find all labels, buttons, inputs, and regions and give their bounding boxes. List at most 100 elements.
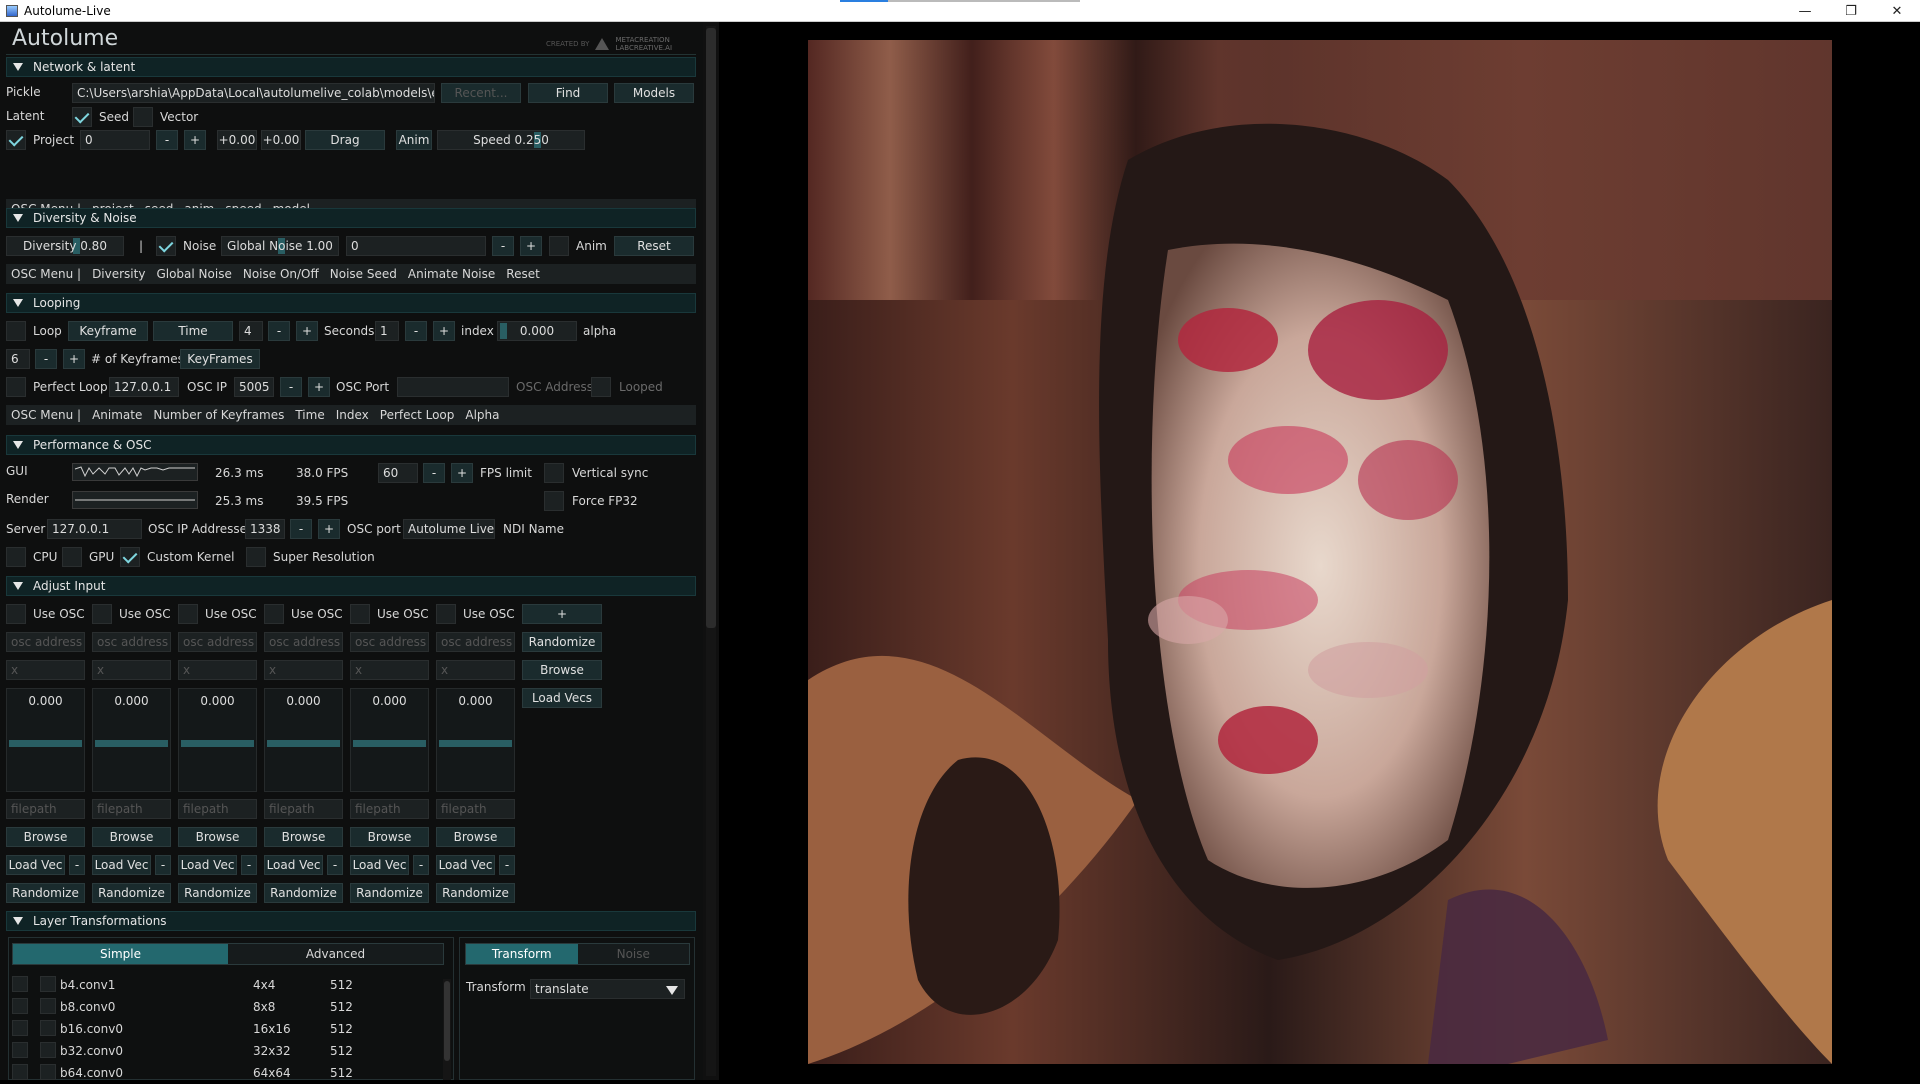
section-adjust-input[interactable]: Adjust Input xyxy=(6,576,696,596)
layer-row[interactable]: b8.conv0 8x8 512 xyxy=(12,998,442,1018)
keyframes-count-input[interactable]: 6 xyxy=(6,349,30,369)
noise-seed-increment-button[interactable]: + xyxy=(520,236,542,256)
layer-select-checkbox[interactable] xyxy=(40,998,56,1014)
browse-button[interactable]: Browse xyxy=(436,827,515,847)
osc-item-perfect-loop[interactable]: Perfect Loop xyxy=(380,408,455,422)
keyframes-increment-button[interactable]: + xyxy=(63,349,85,369)
remove-channel-button[interactable]: - xyxy=(499,855,515,875)
browse-button[interactable]: Browse xyxy=(6,827,85,847)
keyframes-button[interactable]: KeyFrames xyxy=(180,349,260,369)
time-decrement-button[interactable]: - xyxy=(268,321,290,341)
custom-kernel-checkbox[interactable] xyxy=(120,547,140,567)
perfect-loop-checkbox[interactable] xyxy=(6,377,26,397)
remove-channel-button[interactable]: - xyxy=(69,855,85,875)
remove-channel-button[interactable]: - xyxy=(413,855,429,875)
layer-list-scrollbar[interactable] xyxy=(443,979,451,1080)
layer-row[interactable]: b32.conv0 32x32 512 xyxy=(12,1042,442,1062)
tab-transform[interactable]: Transform xyxy=(466,944,578,964)
fps-limit-input[interactable]: 60 xyxy=(378,463,418,483)
slider-grab[interactable] xyxy=(181,740,254,747)
cpu-checkbox[interactable] xyxy=(6,547,26,567)
section-diversity-noise[interactable]: Diversity & Noise xyxy=(6,208,696,228)
osc-item-global-noise[interactable]: Global Noise xyxy=(156,267,231,281)
seconds-decrement-button[interactable]: - xyxy=(405,321,427,341)
load-vec-button[interactable]: Load Vec xyxy=(178,855,237,875)
use-osc-checkbox[interactable] xyxy=(92,604,112,624)
gpu-checkbox[interactable] xyxy=(62,547,82,567)
noise-checkbox[interactable] xyxy=(156,236,176,256)
osc-address-input[interactable]: osc address xyxy=(264,632,343,652)
time-increment-button[interactable]: + xyxy=(296,321,318,341)
load-vec-button[interactable]: Load Vec xyxy=(350,855,409,875)
slider-grab[interactable] xyxy=(267,740,340,747)
channel-slider[interactable]: 0.000 xyxy=(350,688,429,792)
remove-channel-button[interactable]: - xyxy=(155,855,171,875)
tab-noise[interactable]: Noise xyxy=(577,944,689,964)
scrollbar-thumb[interactable] xyxy=(706,28,716,628)
seconds-input[interactable]: 1 xyxy=(375,321,399,341)
layer-enable-checkbox[interactable] xyxy=(12,1042,28,1058)
layer-row[interactable]: b64.conv0 64x64 512 xyxy=(12,1064,442,1084)
browse-vecs-button[interactable]: Browse xyxy=(522,660,602,680)
randomize-all-button[interactable]: Randomize xyxy=(522,632,602,652)
section-looping[interactable]: Looping xyxy=(6,293,696,313)
use-osc-checkbox[interactable] xyxy=(350,604,370,624)
osc-address-input[interactable]: osc address xyxy=(350,632,429,652)
channel-slider[interactable]: 0.000 xyxy=(178,688,257,792)
x-input[interactable]: x xyxy=(178,660,257,680)
osc-item-noise-seed[interactable]: Noise Seed xyxy=(330,267,397,281)
tab-simple[interactable]: Simple xyxy=(13,944,228,964)
loop-osc-port-increment-button[interactable]: + xyxy=(308,377,330,397)
osc-item-diversity[interactable]: Diversity xyxy=(92,267,145,281)
transform-type-select[interactable]: translate xyxy=(530,979,685,999)
noise-seed-input[interactable]: 0 xyxy=(346,236,486,256)
server-osc-port-decrement-button[interactable]: - xyxy=(290,519,312,539)
browse-button[interactable]: Browse xyxy=(264,827,343,847)
server-ip-input[interactable]: 127.0.0.1 xyxy=(47,519,142,539)
osc-item-alpha[interactable]: Alpha xyxy=(465,408,499,422)
layer-enable-checkbox[interactable] xyxy=(12,998,28,1014)
noise-seed-decrement-button[interactable]: - xyxy=(492,236,514,256)
osc-address-input[interactable]: osc address xyxy=(92,632,171,652)
loop-osc-port-decrement-button[interactable]: - xyxy=(280,377,302,397)
x-input[interactable]: x xyxy=(264,660,343,680)
x-input[interactable]: x xyxy=(92,660,171,680)
fps-limit-decrement-button[interactable]: - xyxy=(423,463,445,483)
looped-checkbox[interactable] xyxy=(591,377,611,397)
fps-limit-increment-button[interactable]: + xyxy=(451,463,473,483)
osc-item-num-keyframes[interactable]: Number of Keyframes xyxy=(153,408,284,422)
remove-channel-button[interactable]: - xyxy=(241,855,257,875)
remove-channel-button[interactable]: - xyxy=(327,855,343,875)
filepath-input[interactable]: filepath xyxy=(350,799,429,819)
use-osc-checkbox[interactable] xyxy=(178,604,198,624)
use-osc-checkbox[interactable] xyxy=(6,604,26,624)
reset-button[interactable]: Reset xyxy=(614,236,694,256)
vsync-checkbox[interactable] xyxy=(544,463,564,483)
load-vec-button[interactable]: Load Vec xyxy=(92,855,151,875)
x-input[interactable]: x xyxy=(350,660,429,680)
slider-grab[interactable] xyxy=(500,323,507,339)
channel-slider[interactable]: 0.000 xyxy=(92,688,171,792)
filepath-input[interactable]: filepath xyxy=(436,799,515,819)
x-input[interactable]: x xyxy=(6,660,85,680)
global-noise-slider[interactable]: Global Noise 1.00 xyxy=(221,236,339,256)
filepath-input[interactable]: filepath xyxy=(92,799,171,819)
channel-slider[interactable]: 0.000 xyxy=(264,688,343,792)
filepath-input[interactable]: filepath xyxy=(264,799,343,819)
filepath-input[interactable]: filepath xyxy=(178,799,257,819)
alpha-slider[interactable]: 0.000 xyxy=(497,321,577,341)
load-vec-button[interactable]: Load Vec xyxy=(264,855,323,875)
browse-button[interactable]: Browse xyxy=(92,827,171,847)
load-vec-button[interactable]: Load Vec xyxy=(6,855,65,875)
randomize-button[interactable]: Randomize xyxy=(350,883,429,903)
channel-slider[interactable]: 0.000 xyxy=(436,688,515,792)
loop-checkbox[interactable] xyxy=(6,321,26,341)
layer-select-checkbox[interactable] xyxy=(40,1064,56,1080)
layer-enable-checkbox[interactable] xyxy=(12,1064,28,1080)
layer-select-checkbox[interactable] xyxy=(40,1042,56,1058)
loop-osc-ip-input[interactable]: 127.0.0.1 xyxy=(109,377,179,397)
loop-osc-address-input[interactable] xyxy=(397,377,509,397)
browse-button[interactable]: Browse xyxy=(178,827,257,847)
browse-button[interactable]: Browse xyxy=(350,827,429,847)
load-vec-button[interactable]: Load Vec xyxy=(436,855,495,875)
